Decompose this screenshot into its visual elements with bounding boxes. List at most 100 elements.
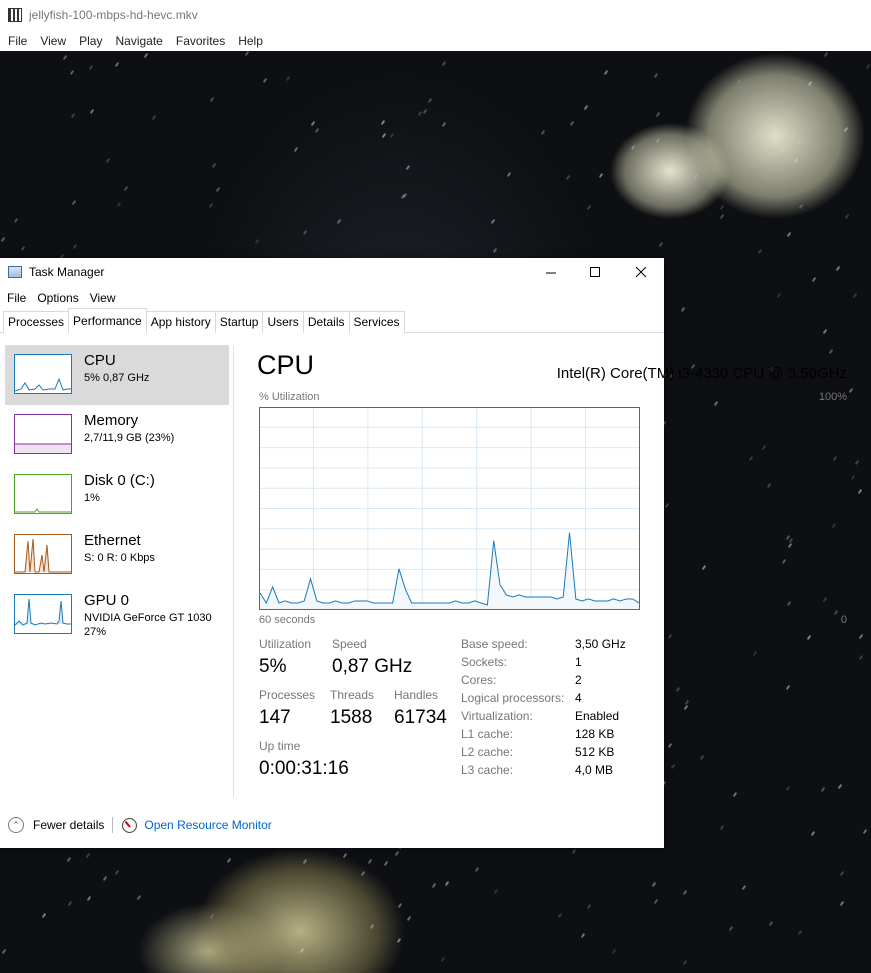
spec-label: L1 cache: — [461, 727, 514, 741]
fewer-details-button[interactable]: Fewer details — [33, 818, 104, 832]
video-speck — [342, 852, 348, 859]
video-speck — [208, 202, 214, 209]
video-speck — [658, 241, 664, 248]
video-speck — [396, 937, 402, 944]
cpu-utilization-graph — [259, 407, 640, 610]
tab-processes[interactable]: Processes — [3, 311, 70, 333]
player-menu-navigate[interactable]: Navigate — [115, 34, 162, 48]
video-speck — [70, 112, 76, 119]
spec-value: 128 KB — [575, 727, 615, 741]
tm-menubar: File Options View — [0, 287, 120, 309]
sidebar-label: Memory — [84, 412, 139, 429]
video-speck — [440, 956, 446, 963]
player-menu-help[interactable]: Help — [238, 34, 263, 48]
video-speck — [136, 894, 142, 901]
tab-services[interactable]: Services — [348, 311, 405, 333]
player-menu-play[interactable]: Play — [79, 34, 102, 48]
video-speck — [431, 882, 437, 889]
video-speck — [262, 77, 268, 84]
video-speck — [254, 238, 260, 245]
video-speck — [89, 108, 95, 115]
video-speck — [780, 146, 786, 153]
video-speck — [310, 120, 316, 127]
video-speck — [719, 204, 725, 211]
player-menu-view[interactable]: View — [40, 34, 66, 48]
minimize-button[interactable] — [528, 258, 574, 286]
video-speck — [833, 609, 839, 616]
sidebar-item-cpu[interactable]: CPU 5% 0,87 GHz — [5, 345, 229, 405]
spec-label: Cores: — [461, 673, 497, 687]
video-speck — [583, 104, 589, 111]
video-speck — [102, 875, 108, 882]
video-speck — [844, 213, 850, 220]
sidebar-item-ethernet[interactable]: Ethernet S: 0 R: 0 Kbps — [5, 525, 229, 585]
maximize-button[interactable] — [572, 258, 618, 286]
video-speck — [474, 866, 480, 873]
sidebar-item-gpu[interactable]: GPU 0 NVIDIA GeForce GT 1030 27% — [5, 585, 229, 645]
close-button[interactable] — [618, 258, 664, 286]
video-speck — [675, 686, 681, 693]
video-speck — [766, 482, 772, 489]
video-speck — [123, 185, 129, 192]
player-menu-favorites[interactable]: Favorites — [176, 34, 225, 48]
tab-details[interactable]: Details — [302, 311, 350, 333]
video-speck — [72, 243, 78, 250]
tab-performance[interactable]: Performance — [68, 308, 147, 333]
video-speck — [209, 96, 215, 103]
tm-menu-options[interactable]: Options — [37, 291, 78, 305]
panel-divider — [233, 345, 234, 797]
video-speck — [598, 172, 604, 179]
video-speck — [302, 229, 308, 236]
video-speck — [732, 791, 738, 798]
tm-menu-file[interactable]: File — [7, 291, 26, 305]
video-speck — [336, 218, 342, 225]
tm-titlebar[interactable]: Task Manager — [0, 258, 664, 286]
video-speck — [768, 920, 774, 927]
tab-app-history[interactable]: App history — [145, 311, 216, 333]
spec-label: Virtualization: — [461, 709, 533, 723]
handles-value: 61734 — [394, 707, 447, 728]
video-speck — [417, 110, 423, 117]
video-speck — [785, 785, 791, 792]
video-speck — [785, 684, 791, 691]
video-speck — [603, 69, 609, 76]
tab-startup[interactable]: Startup — [214, 311, 264, 333]
sidebar-sub: 5% 0,87 GHz — [84, 372, 150, 384]
video-speck — [728, 925, 734, 932]
sidebar-sub: 2,7/11,9 GB (23%) — [84, 432, 175, 444]
video-speck — [116, 201, 122, 208]
video-speck — [571, 848, 577, 855]
tab-users[interactable]: Users — [262, 311, 304, 333]
video-speck — [557, 912, 563, 919]
video-speck — [752, 650, 758, 657]
video-speck — [786, 600, 792, 607]
video-speck — [88, 64, 94, 71]
video-speck — [796, 138, 802, 145]
graph-time-label: 60 seconds — [259, 614, 316, 626]
video-speck — [569, 120, 575, 127]
video-speck — [828, 348, 834, 355]
open-resource-monitor-link[interactable]: Open Resource Monitor — [144, 818, 271, 832]
threads-label: Threads — [330, 688, 375, 702]
video-speck — [655, 137, 661, 144]
spec-label: L2 cache: — [461, 745, 514, 759]
video-speck — [682, 959, 688, 966]
video-speck — [837, 783, 843, 790]
utilization-axis-label: % Utilization — [259, 391, 320, 403]
sidebar-item-memory[interactable]: Memory 2,7/11,9 GB (23%) — [5, 405, 229, 465]
sidebar-label: GPU 0 — [84, 592, 130, 609]
video-speck — [381, 132, 387, 139]
cpu-model: Intel(R) Core(TM) i3-4330 CPU @ 3.50GHz — [556, 365, 847, 382]
video-speck — [209, 913, 215, 920]
video-speck — [405, 164, 411, 171]
video-speck — [701, 564, 707, 571]
resource-monitor-icon[interactable] — [122, 817, 138, 833]
spec-value: 3,50 GHz — [575, 637, 626, 651]
sidebar-item-disk[interactable]: Disk 0 (C:) 1% — [5, 465, 229, 525]
player-menu-file[interactable]: File — [8, 34, 27, 48]
threads-value: 1588 — [330, 707, 373, 728]
video-speck — [67, 900, 73, 907]
tm-menu-view[interactable]: View — [90, 291, 116, 305]
sidebar-label: CPU — [84, 352, 116, 369]
chevron-up-icon[interactable]: ⌃ — [8, 817, 24, 833]
